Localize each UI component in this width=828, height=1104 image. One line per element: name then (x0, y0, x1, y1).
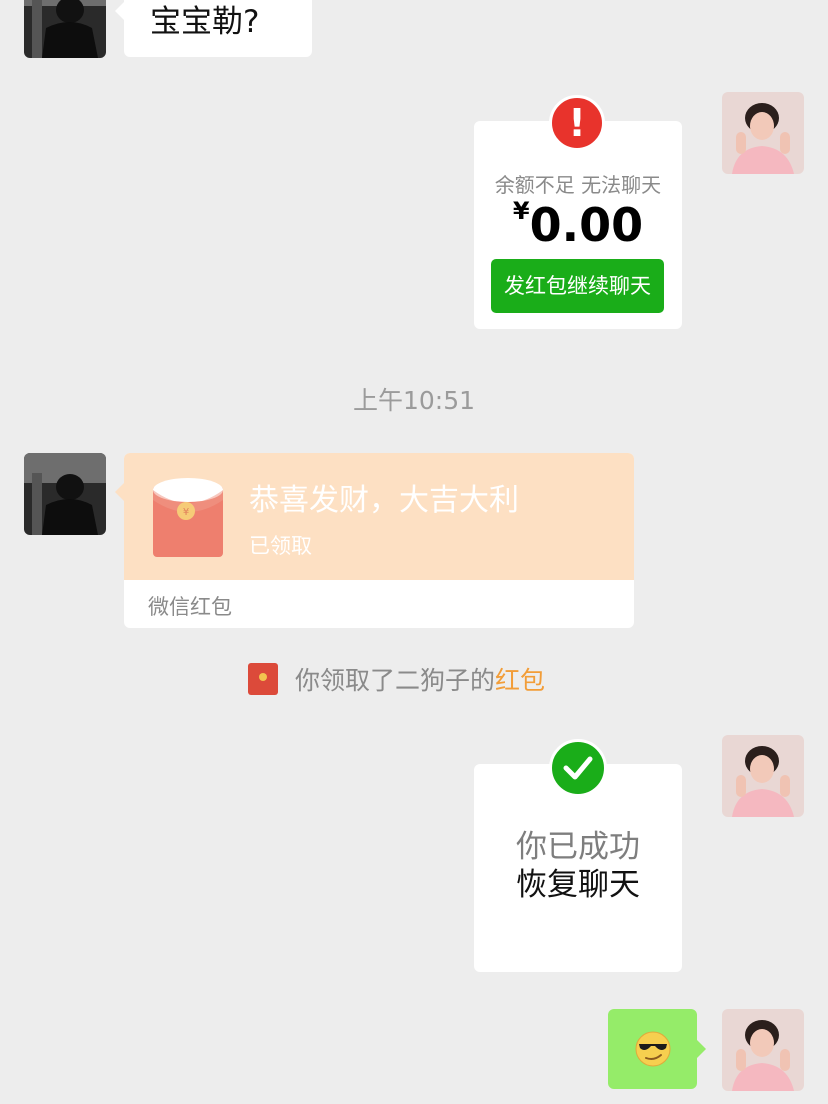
emoji-sunglasses-icon (635, 1031, 671, 1067)
alert-icon: ! (549, 95, 605, 151)
check-icon (549, 739, 607, 797)
balance-caption: 余额不足 无法聊天 (494, 173, 662, 197)
message-text: 宝宝勒? (150, 4, 260, 40)
restored-line2: 恢复聊天 (516, 867, 640, 903)
red-packet-status: 已领取 (249, 534, 312, 558)
incoming-message-bubble[interactable]: 宝宝勒? (115, 0, 312, 57)
amount-value: 0.00 (529, 198, 644, 252)
red-packet-footer: 微信红包 (148, 595, 232, 619)
red-packet-title: 恭喜发财，大吉大利 (249, 483, 519, 518)
svg-text:¥: ¥ (183, 507, 189, 518)
send-red-packet-button[interactable]: 发红包继续聊天 (491, 259, 664, 313)
notice-text: 你领取了二狗子的红包 (295, 666, 546, 695)
self-avatar[interactable] (722, 1009, 804, 1091)
envelope-icon: ¥ (153, 478, 223, 557)
balance-amount: ¥0.00 (474, 197, 682, 252)
balance-card: 余额不足 无法聊天 ¥0.00 发红包继续聊天 (474, 121, 682, 329)
red-packet-icon (248, 663, 278, 695)
outgoing-emoji-bubble[interactable] (608, 1009, 697, 1089)
currency-symbol: ¥ (512, 197, 530, 225)
self-avatar[interactable] (722, 735, 804, 817)
red-packet-link[interactable]: 红包 (495, 666, 545, 695)
contact-avatar[interactable] (24, 0, 106, 58)
timestamp: 上午10:51 (352, 386, 476, 415)
bubble-tail (115, 483, 124, 501)
red-packet-message[interactable]: ¥ 恭喜发财，大吉大利 已领取 微信红包 (124, 453, 634, 628)
contact-avatar[interactable] (24, 453, 106, 535)
self-avatar[interactable] (722, 92, 804, 174)
bubble-tail (697, 1040, 706, 1058)
